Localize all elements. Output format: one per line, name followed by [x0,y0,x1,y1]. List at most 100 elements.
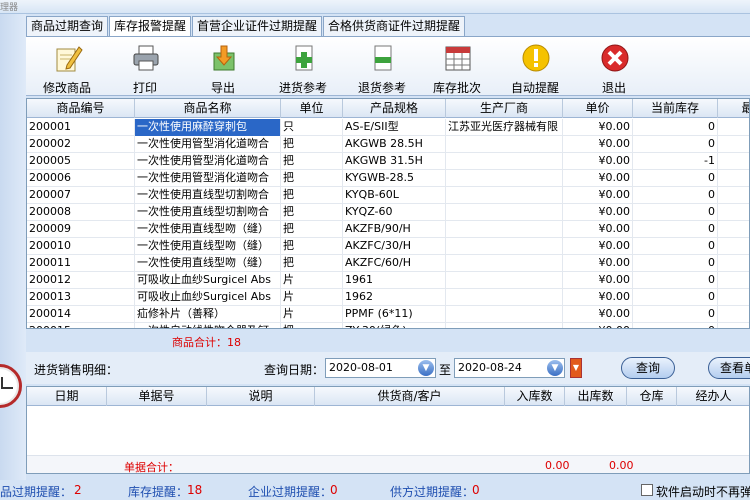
date-picker-icon[interactable]: ▼ [547,360,563,376]
cell-price: ¥0.00 [563,136,633,153]
table-row[interactable]: 200005 一次性使用管型消化道吻合把 AKGWB 31.5H ¥0.00 -1 [27,153,749,170]
auto-remind-button[interactable]: 自动提醒 [499,39,571,95]
product-grid[interactable]: 商品编号 商品名称 单位 产品规格 生产厂商 单价 当前库存 最 200001一… [26,98,750,329]
tab-first-company-cert[interactable]: 首营企业证件过期提醒 [192,16,323,36]
col-in-qty[interactable]: 入库数 [505,387,565,406]
col-min[interactable]: 最 [718,99,749,118]
detail-grid-header: 日期 单据号 说明 供货商/客户 入库数 出库数 仓库 经办人 [27,387,749,406]
table-row[interactable]: 200009 一次性使用直线型吻（缝）把 AKZFB/90/H ¥0.00 0 [27,221,749,238]
query-bar: 进货销售明细： 查询日期： 2020-08-01 ▼ 至 2020-08-24 … [26,352,750,384]
stock-remind-label[interactable]: 库存提醒： [128,483,188,500]
search-button[interactable]: 查询 [621,357,675,379]
cell-unit: 把 [281,187,343,204]
cell-code: 200009 [27,221,135,238]
cell-maker [446,204,563,221]
col-spec[interactable]: 产品规格 [343,99,446,118]
cell-maker [446,136,563,153]
dropdown-arrow-icon[interactable]: ▼ [570,358,582,378]
col-name[interactable]: 商品名称 [135,99,281,118]
cell-stock: 0 [633,119,718,136]
table-row[interactable]: 200001 一次性使用麻醉穿刺包只 AS-E/SII型 江苏亚光医疗器械有限 ¥0.0… [27,119,749,136]
status-bar: 品过期提醒： 2 库存提醒： 18 企业过期提醒： 0 供方过期提醒： 0 软件… [0,480,750,500]
stock-remind-value: 18 [187,483,203,497]
col-doc-no[interactable]: 单据号 [107,387,207,406]
in-ref-button[interactable]: 进货参考 [267,39,339,95]
cell-stock: 0 [633,221,718,238]
table-row[interactable]: 200006 一次性使用管型消化道吻合把 KYGWB-28.5 ¥0.00 0 [27,170,749,187]
table-row[interactable]: 200008 一次性使用直线型切割吻合把 KYQZ-60 ¥0.00 0 [27,204,749,221]
table-row[interactable]: 200011 一次性使用直线型吻（缝）把 AKZFC/60/H ¥0.00 0 [27,255,749,272]
cell-maker [446,221,563,238]
tab-supplier-cert[interactable]: 合格供货商证件过期提醒 [323,16,466,36]
col-price[interactable]: 单价 [563,99,633,118]
col-handler[interactable]: 经办人 [677,387,749,406]
cell-maker [446,187,563,204]
date-picker-icon[interactable]: ▼ [418,360,434,376]
stock-batch-button[interactable]: 库存批次 [421,39,493,95]
exit-button[interactable]: 退出 [578,39,650,95]
edit-product-button[interactable]: 修改商品 [31,39,103,95]
cell-price: ¥0.00 [563,323,633,328]
col-maker[interactable]: 生产厂商 [446,99,563,118]
table-row[interactable]: 200015一次性自动线性吻合器及钉把ZY-30(绿色) ¥0.000 [27,323,749,328]
col-code[interactable]: 商品编号 [27,99,135,118]
col-out-qty[interactable]: 出库数 [565,387,627,406]
return-ref-button[interactable]: 退货参考 [346,39,418,95]
table-row[interactable]: 200013 可吸收止血纱Surgicel Abs 片 1962 ¥0.00 0 [27,289,749,306]
table-row[interactable]: 200010 一次性使用直线型吻（缝）把 AKZFC/30/H ¥0.00 0 [27,238,749,255]
supplier-remind-value: 0 [472,483,480,497]
date-to-input[interactable]: 2020-08-24 ▼ [454,358,565,378]
supplier-remind-label[interactable]: 供方过期提醒： [390,483,474,500]
window-title: 理器 [0,3,19,13]
cell-min [718,119,749,136]
left-panel [0,14,26,480]
col-stock[interactable]: 当前库存 [633,99,718,118]
autostart-checkbox[interactable] [641,484,653,496]
product-total-label: 商品合计： [172,336,227,349]
cell-unit: 把 [281,323,343,328]
date-from-input[interactable]: 2020-08-01 ▼ [325,358,436,378]
tab-expired-query[interactable]: 商品过期查询 [26,16,109,36]
cell-unit: 片 [281,272,343,289]
col-date[interactable]: 日期 [27,387,107,406]
edit-note-icon [56,46,83,72]
col-party[interactable]: 供货商/客户 [315,387,505,406]
printer-icon [133,45,159,71]
export-icon [213,45,235,71]
col-unit[interactable]: 单位 [281,99,343,118]
cell-price: ¥0.00 [563,187,633,204]
detail-grid[interactable]: 日期 单据号 说明 供货商/客户 入库数 出库数 仓库 经办人 单据合计： 0.… [26,386,750,474]
cell-min [718,204,749,221]
date-to-value: 2020-08-24 [458,361,522,374]
expire-remind-label[interactable]: 品过期提醒： [0,483,72,500]
tab-stock-alarm[interactable]: 库存报警提醒 [109,16,192,37]
cell-maker [446,170,563,187]
export-button[interactable]: 导出 [187,39,259,95]
cell-stock: 0 [633,136,718,153]
cell-stock: 0 [633,272,718,289]
cell-min [718,255,749,272]
table-row[interactable]: 200014 疝修补片（善释）片 PPMF (6*11) ¥0.00 0 [27,306,749,323]
cell-name: 一次性使用直线型切割吻合 [135,187,281,204]
clock-icon[interactable] [0,364,22,408]
cell-unit: 把 [281,221,343,238]
date-label: 查询日期： [264,363,325,377]
print-button[interactable]: 打印 [109,39,181,95]
view-doc-button[interactable]: 查看单 [708,357,750,379]
title-bar: 理器 [0,0,750,14]
cell-name: 一次性使用直线型吻（缝） [135,238,281,255]
remove-document-icon [374,45,392,71]
product-total: 商品合计：18 [172,334,241,350]
cell-name: 一次性使用管型消化道吻合 [135,170,281,187]
cell-stock: 0 [633,323,718,328]
col-desc[interactable]: 说明 [207,387,315,406]
cell-code: 200005 [27,153,135,170]
table-row[interactable]: 200002 一次性使用管型消化道吻合把 AKGWB 28.5H ¥0.00 0 [27,136,749,153]
company-remind-label[interactable]: 企业过期提醒： [248,483,332,500]
cell-unit: 把 [281,136,343,153]
col-warehouse[interactable]: 仓库 [627,387,677,406]
table-row[interactable]: 200007 一次性使用直线型切割吻合把 KYQB-60L ¥0.00 0 [27,187,749,204]
table-row[interactable]: 200012 可吸收止血纱Surgicel Abs 片 1961 ¥0.00 0 [27,272,749,289]
cell-spec: ZY-30(绿色) [343,323,446,328]
cell-price: ¥0.00 [563,272,633,289]
